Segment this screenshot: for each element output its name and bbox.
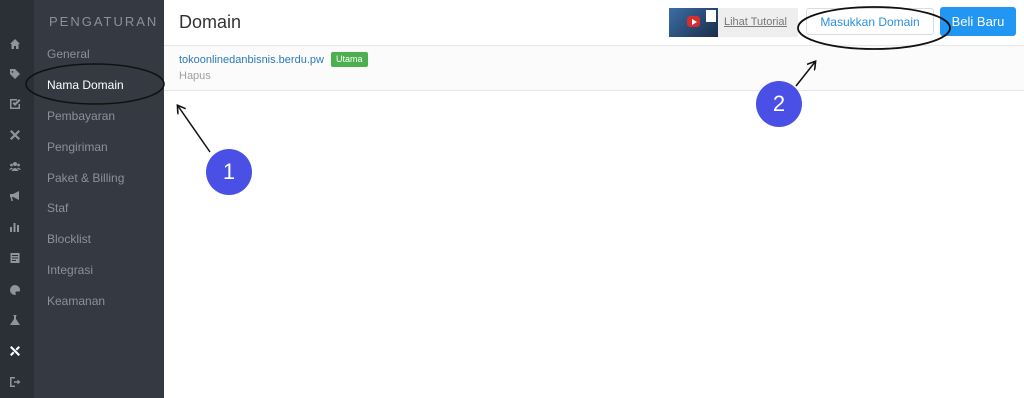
buy-new-button[interactable]: Beli Baru bbox=[940, 7, 1016, 36]
primary-badge: Utama bbox=[331, 52, 368, 67]
tutorial-label: Lihat Tutorial bbox=[724, 16, 787, 28]
submenu-item-pengiriman[interactable]: Pengiriman bbox=[47, 140, 108, 154]
megaphone-icon[interactable] bbox=[8, 189, 22, 203]
bar-chart-icon[interactable] bbox=[8, 220, 22, 234]
submenu-title: PENGATURAN bbox=[49, 14, 159, 29]
thumbnail-badge bbox=[706, 10, 716, 22]
submenu-item-general[interactable]: General bbox=[47, 47, 90, 61]
users-icon[interactable] bbox=[8, 159, 22, 173]
palette-icon[interactable] bbox=[8, 283, 22, 297]
flask-icon[interactable] bbox=[8, 313, 22, 327]
submenu-item-integrasi[interactable]: Integrasi bbox=[47, 263, 93, 277]
enter-domain-button[interactable]: Masukkan Domain bbox=[806, 8, 934, 35]
tools-icon[interactable] bbox=[8, 128, 22, 142]
domain-row bbox=[164, 46, 1024, 90]
tutorial-button[interactable]: Lihat Tutorial bbox=[669, 8, 798, 37]
row-divider bbox=[164, 90, 1024, 91]
check-square-icon[interactable] bbox=[8, 97, 22, 111]
delete-link[interactable]: Hapus bbox=[179, 70, 211, 82]
document-icon[interactable] bbox=[8, 251, 22, 265]
play-icon bbox=[687, 16, 700, 27]
submenu-item-staf[interactable]: Staf bbox=[47, 201, 68, 215]
main-content: Domain Lihat Tutorial Masukkan Domain Be… bbox=[164, 0, 1024, 398]
submenu-item-nama-domain[interactable]: Nama Domain bbox=[47, 78, 124, 92]
settings-submenu: PENGATURAN General Nama Domain Pembayara… bbox=[34, 0, 164, 398]
home-icon[interactable] bbox=[8, 37, 22, 51]
tag-icon[interactable] bbox=[8, 67, 22, 81]
submenu-item-blocklist[interactable]: Blocklist bbox=[47, 232, 91, 246]
marker-2-label: 2 bbox=[772, 91, 786, 116]
page-title: Domain bbox=[179, 12, 242, 32]
domain-link[interactable]: tokoonlinedanbisnis.berdu.pw bbox=[179, 54, 324, 66]
marker-1-label: 1 bbox=[222, 159, 236, 184]
app-window: PENGATURAN General Nama Domain Pembayara… bbox=[0, 0, 1024, 398]
logout-icon[interactable] bbox=[8, 375, 22, 389]
submenu-item-keamanan[interactable]: Keamanan bbox=[47, 294, 105, 308]
submenu-item-paket-billing[interactable]: Paket & Billing bbox=[47, 171, 124, 185]
tutorial-thumbnail bbox=[669, 8, 718, 37]
wrench-icon[interactable] bbox=[8, 344, 22, 358]
icon-rail bbox=[0, 0, 34, 398]
submenu-item-pembayaran[interactable]: Pembayaran bbox=[47, 109, 115, 123]
